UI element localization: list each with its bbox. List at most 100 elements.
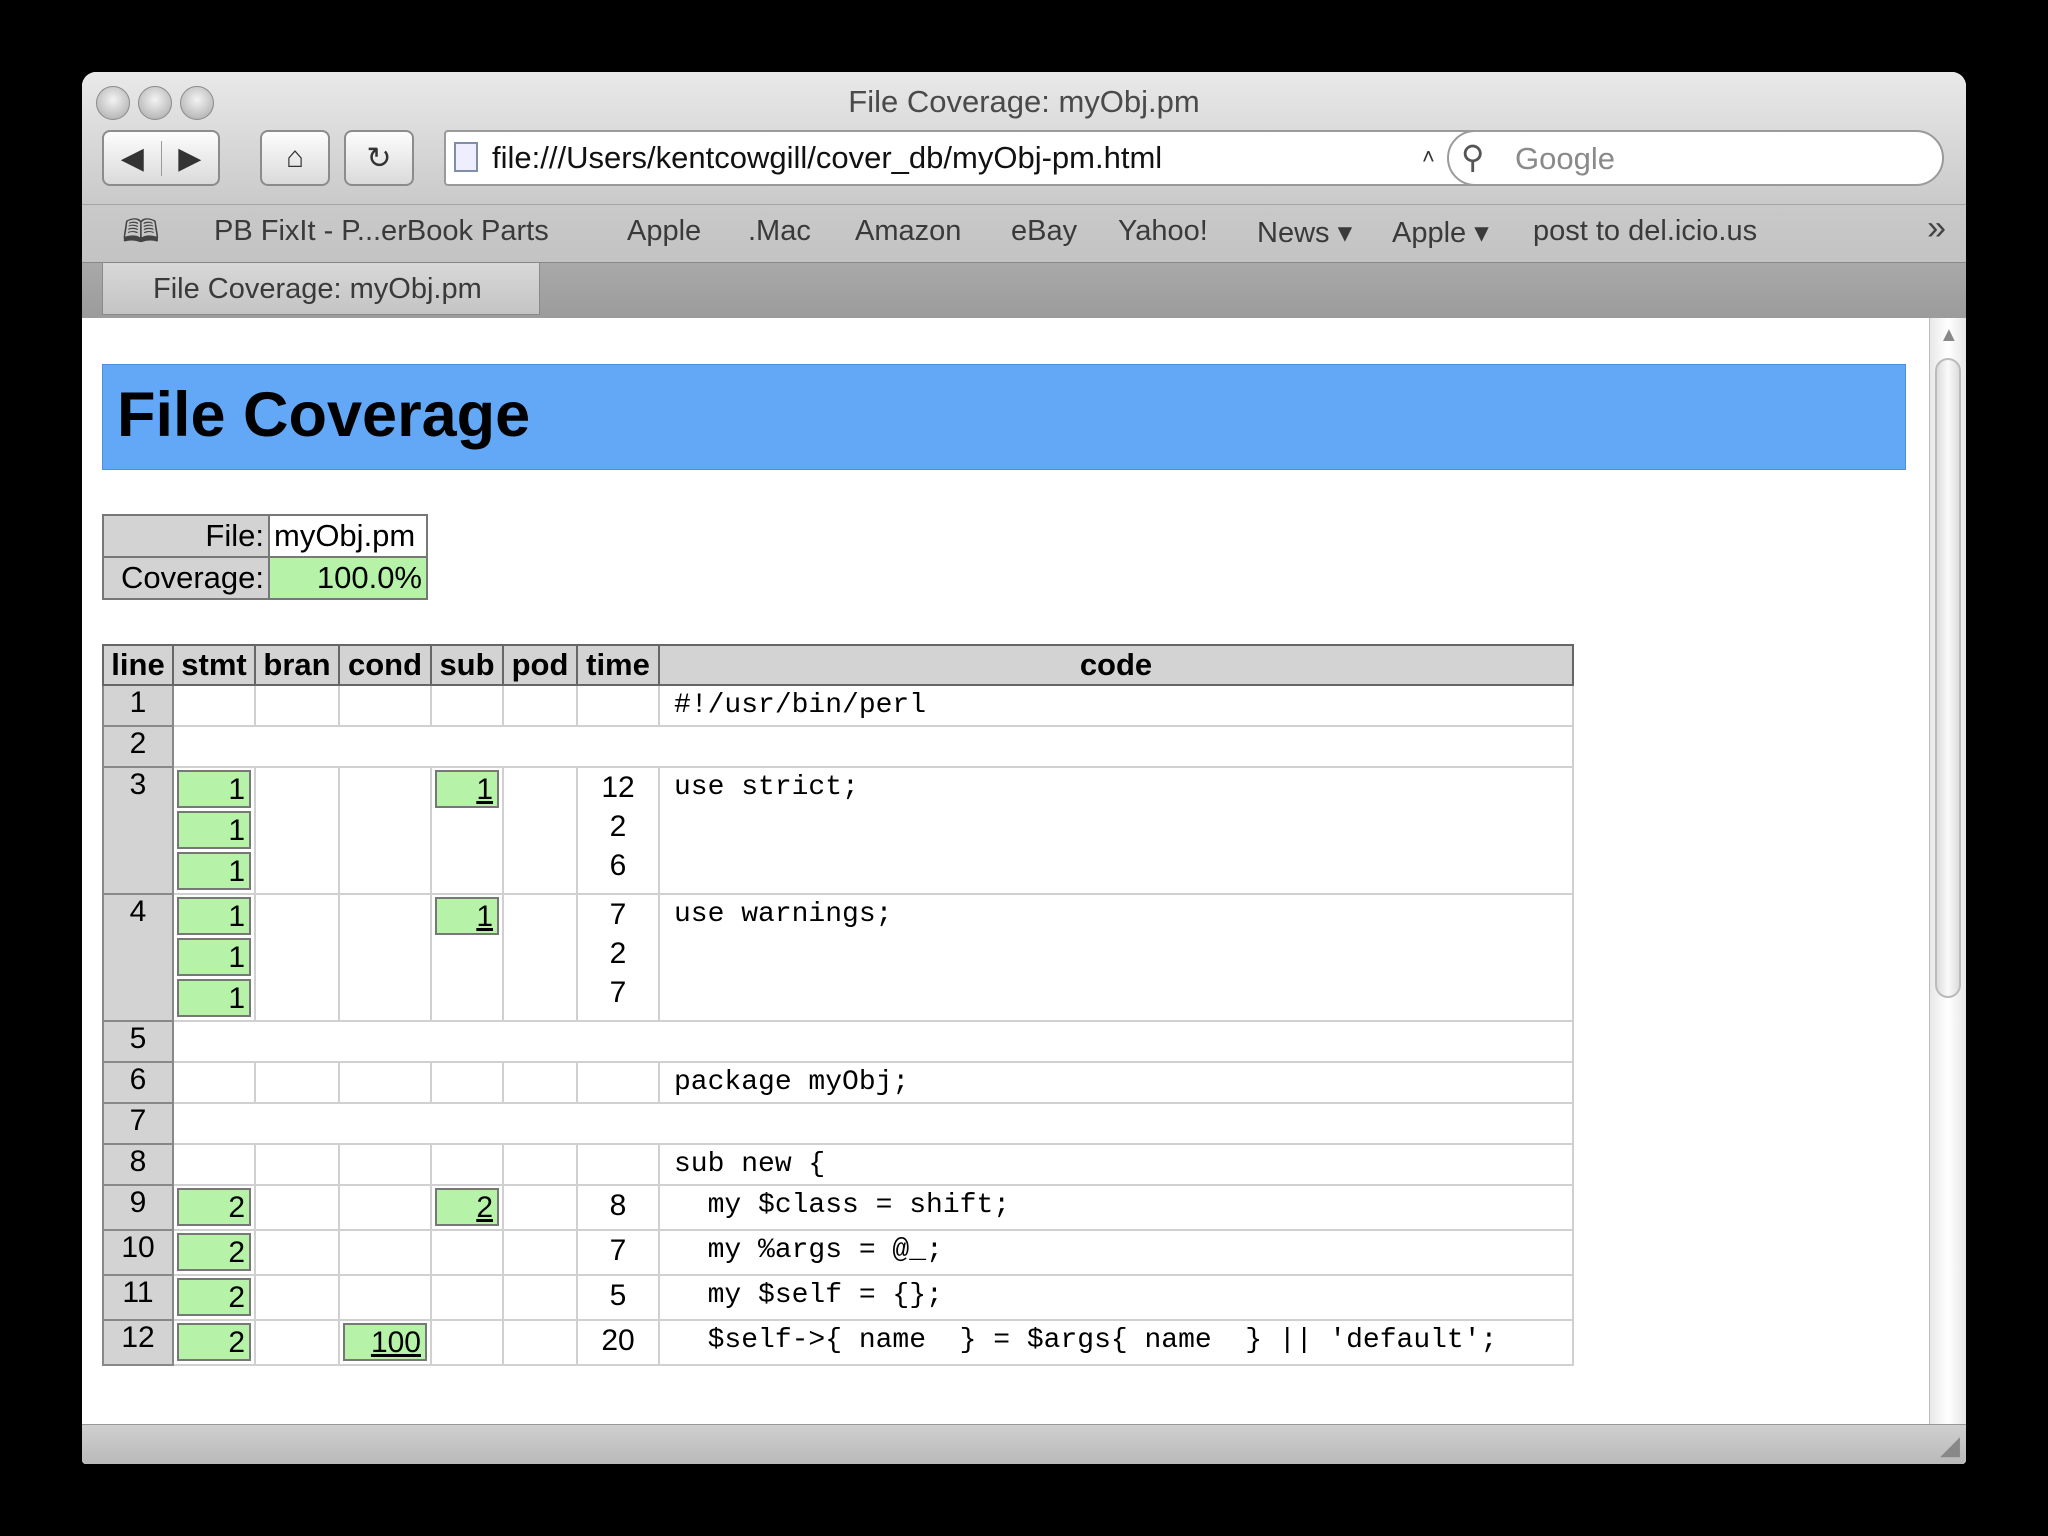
bookmark-yahoo[interactable]: Yahoo! (1118, 215, 1208, 248)
time-value: 2 (609, 937, 627, 970)
search-input[interactable] (1513, 138, 1917, 180)
sub-cell (430, 1319, 504, 1366)
pod-cell (502, 1229, 578, 1276)
home-icon: ⌂ (285, 141, 305, 174)
line-number: 10 (102, 1229, 174, 1276)
bran-cell (254, 1319, 340, 1366)
table-row: 6 package myObj; (102, 1061, 1574, 1104)
pod-cell (502, 766, 578, 895)
page-title: File Coverage (117, 380, 531, 450)
bookmark-amazon[interactable]: Amazon (855, 215, 961, 248)
pod-cell (502, 1061, 578, 1104)
cond-cell (338, 1061, 432, 1104)
line-number: 6 (102, 1061, 174, 1104)
line-number: 8 (102, 1143, 174, 1186)
sub-cell: 2 (430, 1184, 504, 1231)
back-button[interactable]: ◀ (104, 140, 162, 176)
scrollbar-thumb[interactable] (1935, 358, 1961, 998)
more-bookmarks-icon[interactable]: » (1927, 209, 1946, 248)
bran-cell (254, 684, 340, 727)
url-dropdown-icon[interactable]: ˄ (1422, 144, 1435, 170)
sub-cell-link[interactable]: 1 (476, 773, 493, 806)
bookmark-mac[interactable]: .Mac (748, 215, 811, 248)
sub-cell-link[interactable]: 1 (476, 900, 493, 933)
bookmark-ebay[interactable]: eBay (1011, 215, 1077, 248)
bran-cell (254, 1143, 340, 1186)
tab-file-coverage[interactable]: File Coverage: myObj.pm (102, 263, 540, 315)
line-number: 4 (102, 893, 174, 1022)
pod-cell (502, 1274, 578, 1321)
stmt-cell: 2 (172, 1229, 256, 1276)
bookmark-apple[interactable]: Apple (627, 215, 701, 248)
address-bar[interactable]: file:///Users/kentcowgill/cover_db/myObj… (444, 130, 1494, 186)
time-cell: 20 (576, 1319, 660, 1366)
bookmark-pb-fixit[interactable]: PB FixIt - P...erBook Parts (214, 215, 549, 248)
tab-label: File Coverage: myObj.pm (153, 273, 482, 305)
bookmarks-bar: 🕮 PB FixIt - P...erBook Parts Apple .Mac… (82, 204, 1966, 261)
cond-cell (338, 1143, 432, 1186)
pod-cell (502, 893, 578, 1022)
time-value: 7 (609, 1234, 627, 1267)
search-icon[interactable]: ⚲ (1461, 138, 1484, 176)
col-header-time: time (576, 644, 660, 686)
nav-button-group: ◀ ▶ (102, 130, 220, 186)
sub-cell-value[interactable]: 1 (435, 897, 499, 935)
resize-grip-icon[interactable]: ◢ (1940, 1430, 1960, 1461)
bran-cell (254, 1061, 340, 1104)
cond-cell-value[interactable]: 100 (343, 1323, 427, 1361)
table-row: 7 (102, 1102, 1574, 1145)
line-number: 11 (102, 1274, 174, 1321)
stmt-cell-value: 2 (177, 1323, 251, 1361)
time-cell: 8 (576, 1184, 660, 1231)
scroll-up-icon[interactable]: ▲ (1939, 324, 1959, 347)
cond-cell-link[interactable]: 100 (371, 1326, 421, 1359)
bran-cell (254, 1274, 340, 1321)
bookmark-delicious[interactable]: post to del.icio.us (1533, 215, 1757, 248)
line-number: 2 (102, 725, 174, 768)
home-button[interactable]: ⌂ (260, 130, 330, 186)
time-cell (576, 1143, 660, 1186)
pod-cell (502, 1184, 578, 1231)
stmt-cell-value: 1 (177, 938, 251, 976)
stmt-cell (172, 1061, 256, 1104)
time-cell: 12 2 6 (576, 766, 660, 895)
search-field[interactable]: ⚲ (1447, 130, 1944, 186)
stmt-cell-value: 1 (177, 897, 251, 935)
sub-cell-value[interactable]: 1 (435, 770, 499, 808)
coverage-rows: 1 #!/usr/bin/perl 2 3 1 1 1 1 12 2 6 use strict; 4 1 1… (102, 684, 1574, 1366)
cond-cell: 100 (338, 1319, 432, 1366)
time-cell (576, 1061, 660, 1104)
col-header-pod: pod (502, 644, 578, 686)
stmt-cell: 111 (172, 766, 256, 895)
sub-cell-value[interactable]: 2 (435, 1188, 499, 1226)
bookmark-news-menu[interactable]: News ▾ (1257, 215, 1352, 250)
bookmarks-book-icon[interactable]: 🕮 (122, 209, 160, 263)
col-header-bran: bran (254, 644, 340, 686)
reload-icon: ↻ (366, 141, 392, 175)
table-row: 11 2 5 my $self = {}; (102, 1274, 1574, 1321)
url-text[interactable]: file:///Users/kentcowgill/cover_db/myObj… (492, 140, 1162, 176)
sub-cell (430, 1274, 504, 1321)
sub-cell-link[interactable]: 2 (476, 1191, 493, 1224)
code-cell: package myObj; (658, 1061, 1574, 1104)
table-row: 2 (102, 725, 1574, 768)
code-cell: my $class = shift; (658, 1184, 1574, 1231)
forward-button[interactable]: ▶ (162, 141, 219, 176)
stmt-cell-value: 2 (177, 1188, 251, 1226)
line-number: 9 (102, 1184, 174, 1231)
sub-cell: 1 (430, 893, 504, 1022)
blank-line (172, 1102, 1574, 1145)
bookmark-apple-menu[interactable]: Apple ▾ (1392, 215, 1489, 250)
time-value: 20 (601, 1324, 635, 1357)
time-value: 5 (609, 1279, 627, 1312)
cond-cell (338, 1274, 432, 1321)
pod-cell (502, 1143, 578, 1186)
reload-button[interactable]: ↻ (344, 130, 414, 186)
file-label: File: (102, 514, 270, 558)
time-cell: 5 (576, 1274, 660, 1321)
summary-table: File: myObj.pm Coverage: 100.0% (102, 514, 428, 600)
page-icon (454, 142, 478, 172)
stmt-cell (172, 684, 256, 727)
line-number: 12 (102, 1319, 174, 1366)
vertical-scrollbar[interactable]: ▲ ▼ (1929, 318, 1966, 1464)
